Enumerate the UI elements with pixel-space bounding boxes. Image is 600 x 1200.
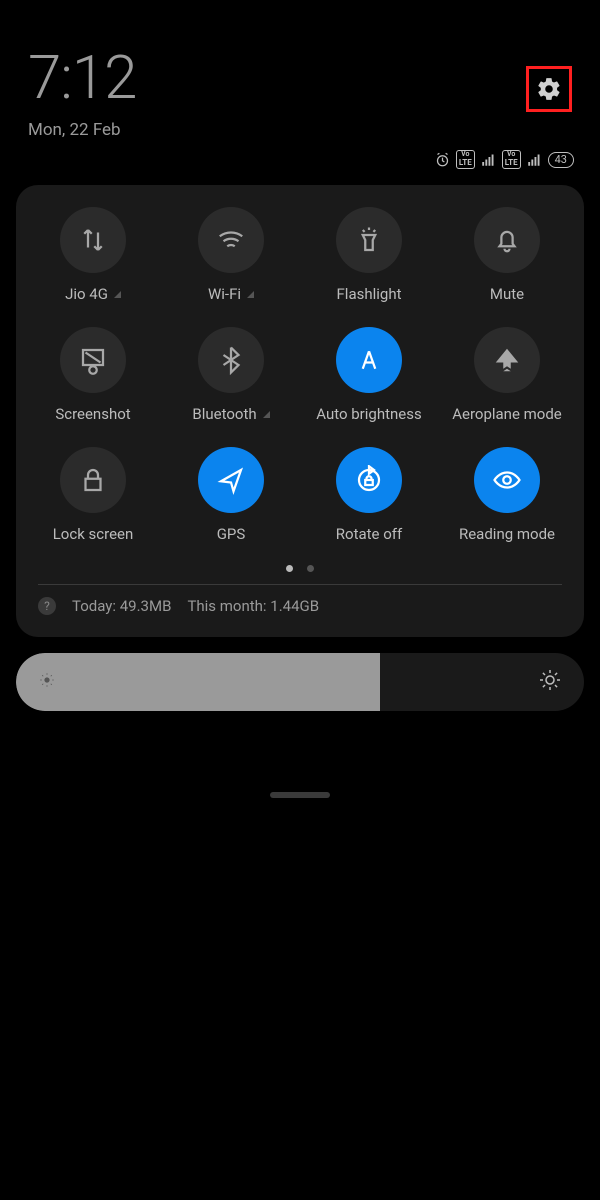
sun-min-icon — [38, 671, 56, 693]
airplane-icon — [492, 345, 522, 375]
settings-button[interactable] — [526, 66, 572, 112]
tile-gps[interactable]: GPS — [162, 447, 300, 543]
battery-badge: 43 — [548, 152, 574, 168]
gear-icon — [536, 76, 562, 102]
clock-date: Mon, 22 Feb — [28, 120, 136, 140]
alarm-icon — [435, 152, 450, 167]
tile-mobile-data[interactable]: Jio 4G — [24, 207, 162, 303]
rotate-lock-icon — [354, 465, 384, 495]
brightness-fill — [16, 653, 380, 711]
tile-rotate[interactable]: Rotate off — [300, 447, 438, 543]
brightness-slider[interactable] — [16, 653, 584, 711]
tile-label: Auto brightness — [316, 405, 421, 423]
tile-reading-mode[interactable]: Reading mode — [438, 447, 576, 543]
tile-label: GPS — [217, 525, 246, 543]
eye-icon — [492, 465, 522, 495]
auto-brightness-icon — [354, 345, 384, 375]
bell-icon — [492, 225, 522, 255]
tile-label: Bluetooth — [192, 405, 256, 423]
tile-label: Reading mode — [459, 525, 555, 543]
help-icon: ? — [38, 597, 56, 615]
status-header: 7:12 Mon, 22 Feb — [0, 0, 600, 140]
tile-wifi[interactable]: Wi-Fi — [162, 207, 300, 303]
clock-block: 7:12 Mon, 22 Feb — [28, 48, 136, 140]
tile-auto-brightness[interactable]: Auto brightness — [300, 327, 438, 423]
drawer-handle[interactable] — [270, 792, 330, 798]
data-month: This month: 1.44GB — [187, 597, 319, 615]
screenshot-icon — [78, 345, 108, 375]
status-icons-row: VoLTE VoLTE 43 — [0, 140, 600, 169]
tiles-grid: Jio 4G Wi-Fi Flashlight Mute Screenshot … — [24, 207, 576, 543]
bluetooth-icon — [216, 345, 246, 375]
page-dot-1[interactable] — [286, 565, 293, 572]
quick-settings-panel: Jio 4G Wi-Fi Flashlight Mute Screenshot … — [16, 185, 584, 637]
chevron-down-icon — [247, 291, 254, 298]
flashlight-icon — [354, 225, 384, 255]
data-today: Today: 49.3MB — [72, 597, 171, 615]
tile-label: Jio 4G — [65, 285, 108, 303]
data-arrows-icon — [78, 225, 108, 255]
volte-badge-1: VoLTE — [456, 150, 475, 169]
divider — [38, 584, 562, 585]
tile-label: Rotate off — [336, 525, 402, 543]
tile-mute[interactable]: Mute — [438, 207, 576, 303]
tile-label: Wi-Fi — [208, 285, 241, 303]
tile-label: Aeroplane mode — [452, 405, 562, 423]
tile-label: Mute — [490, 285, 524, 303]
tile-screenshot[interactable]: Screenshot — [24, 327, 162, 423]
tile-aeroplane[interactable]: Aeroplane mode — [438, 327, 576, 423]
tile-label: Screenshot — [55, 405, 130, 423]
page-dot-2[interactable] — [307, 565, 314, 572]
tile-flashlight[interactable]: Flashlight — [300, 207, 438, 303]
tile-lock-screen[interactable]: Lock screen — [24, 447, 162, 543]
sun-max-icon — [538, 668, 562, 696]
tile-label: Flashlight — [337, 285, 402, 303]
lock-icon — [78, 465, 108, 495]
clock-time: 7:12 — [28, 48, 136, 108]
signal-icon-1 — [481, 152, 496, 167]
data-usage-row[interactable]: ? Today: 49.3MB This month: 1.44GB — [24, 597, 576, 623]
location-arrow-icon — [216, 465, 246, 495]
tile-label: Lock screen — [53, 525, 134, 543]
chevron-down-icon — [263, 411, 270, 418]
volte-badge-2: VoLTE — [502, 150, 521, 169]
tile-bluetooth[interactable]: Bluetooth — [162, 327, 300, 423]
page-indicator — [24, 565, 576, 572]
chevron-down-icon — [114, 291, 121, 298]
wifi-icon — [216, 225, 246, 255]
signal-icon-2 — [527, 152, 542, 167]
